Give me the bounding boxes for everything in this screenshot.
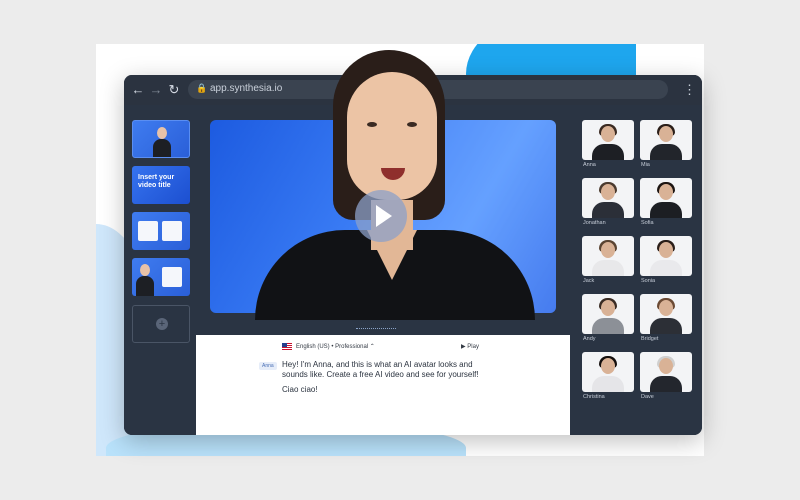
avatar-face — [347, 72, 437, 200]
avatar-head — [659, 184, 673, 200]
back-arrow-icon[interactable]: ← — [130, 81, 146, 99]
play-icon — [376, 205, 392, 227]
presenter-avatar — [255, 50, 535, 320]
avatar-torso — [650, 260, 682, 276]
avatar-name: Anna — [583, 162, 596, 168]
script-sign-off[interactable]: Ciao ciao! — [282, 385, 318, 394]
avatar-head — [601, 242, 615, 258]
voice-label: English (US) • Professional ⌃ — [296, 344, 375, 351]
avatar-name: Dave — [641, 394, 654, 400]
avatar-torso — [592, 260, 624, 276]
forward-arrow-icon[interactable]: → — [148, 81, 164, 99]
voice-selector[interactable]: English (US) • Professional ⌃ — [282, 343, 375, 350]
avatar-head — [659, 242, 673, 258]
avatar-name: Bridget — [641, 336, 659, 342]
avatar-head — [601, 126, 615, 142]
avatar-card[interactable] — [582, 120, 634, 160]
avatar-head — [659, 126, 673, 142]
browser-menu-icon[interactable]: ⋮ — [683, 81, 696, 99]
add-slide-button[interactable]: + — [132, 305, 190, 343]
avatar-card[interactable] — [640, 352, 692, 392]
avatar-head — [659, 300, 673, 316]
avatar-torso — [650, 144, 682, 160]
lock-icon: 🔒 — [196, 83, 208, 93]
avatar-card[interactable] — [640, 294, 692, 334]
avatar-name: Andy — [583, 336, 596, 342]
plus-icon: + — [156, 318, 168, 330]
slides-panel: Insert your video title + — [124, 105, 196, 435]
avatar-card[interactable] — [640, 236, 692, 276]
slide-doc-block — [162, 267, 182, 287]
slide-thumbnail-2[interactable]: Insert your video title — [132, 166, 190, 204]
avatar-torso — [592, 202, 624, 218]
slide-doc-block — [138, 221, 158, 241]
slide-thumbnail-1[interactable] — [132, 120, 190, 158]
avatar-card[interactable] — [582, 236, 634, 276]
avatar-head — [601, 184, 615, 200]
avatar-torso — [650, 202, 682, 218]
avatar-card[interactable] — [582, 178, 634, 218]
avatar-name: Jack — [583, 278, 595, 284]
avatar-torso — [592, 144, 624, 160]
avatar-eye — [367, 122, 377, 127]
avatar-card[interactable] — [582, 294, 634, 334]
avatar-torso — [592, 318, 624, 334]
speaker-tag: Anna — [259, 362, 277, 370]
play-video-button[interactable] — [355, 190, 407, 242]
avatar-card[interactable] — [582, 352, 634, 392]
avatar-name: Christina — [583, 394, 605, 400]
reload-icon[interactable]: ↻ — [166, 81, 182, 99]
avatar-card[interactable] — [640, 120, 692, 160]
avatar-library-panel: Anna Mia Jonathan Sofia Jack Sonia Andy Bridget… — [570, 105, 702, 435]
avatar-name: Sonia — [641, 278, 656, 284]
avatar-thumbnail — [153, 125, 171, 157]
avatar-name: Sofia — [641, 220, 654, 226]
avatar-card[interactable] — [640, 178, 692, 218]
avatar-torso — [650, 318, 682, 334]
avatar-thumbnail — [136, 262, 154, 296]
us-flag-icon — [282, 343, 292, 350]
slide-thumbnail-4[interactable] — [132, 258, 190, 296]
slide-thumbnail-3[interactable] — [132, 212, 190, 250]
slide-doc-block — [162, 221, 182, 241]
script-text[interactable]: Hey! I'm Anna, and this is what an AI av… — [282, 360, 482, 380]
avatar-head — [659, 358, 673, 374]
avatar-torso — [592, 376, 624, 392]
play-button[interactable]: ▶ Play — [461, 343, 479, 350]
avatar-torso — [650, 376, 682, 392]
avatar-name: Mia — [641, 162, 650, 168]
avatar-head — [601, 358, 615, 374]
resize-handle[interactable] — [356, 328, 396, 330]
avatar-eye — [407, 122, 417, 127]
script-editor[interactable]: English (US) • Professional ⌃ ▶ Play Ann… — [196, 335, 570, 435]
avatar-name: Jonathan — [583, 220, 606, 226]
slide-title-text: Insert your video title — [138, 174, 175, 189]
avatar-head — [601, 300, 615, 316]
